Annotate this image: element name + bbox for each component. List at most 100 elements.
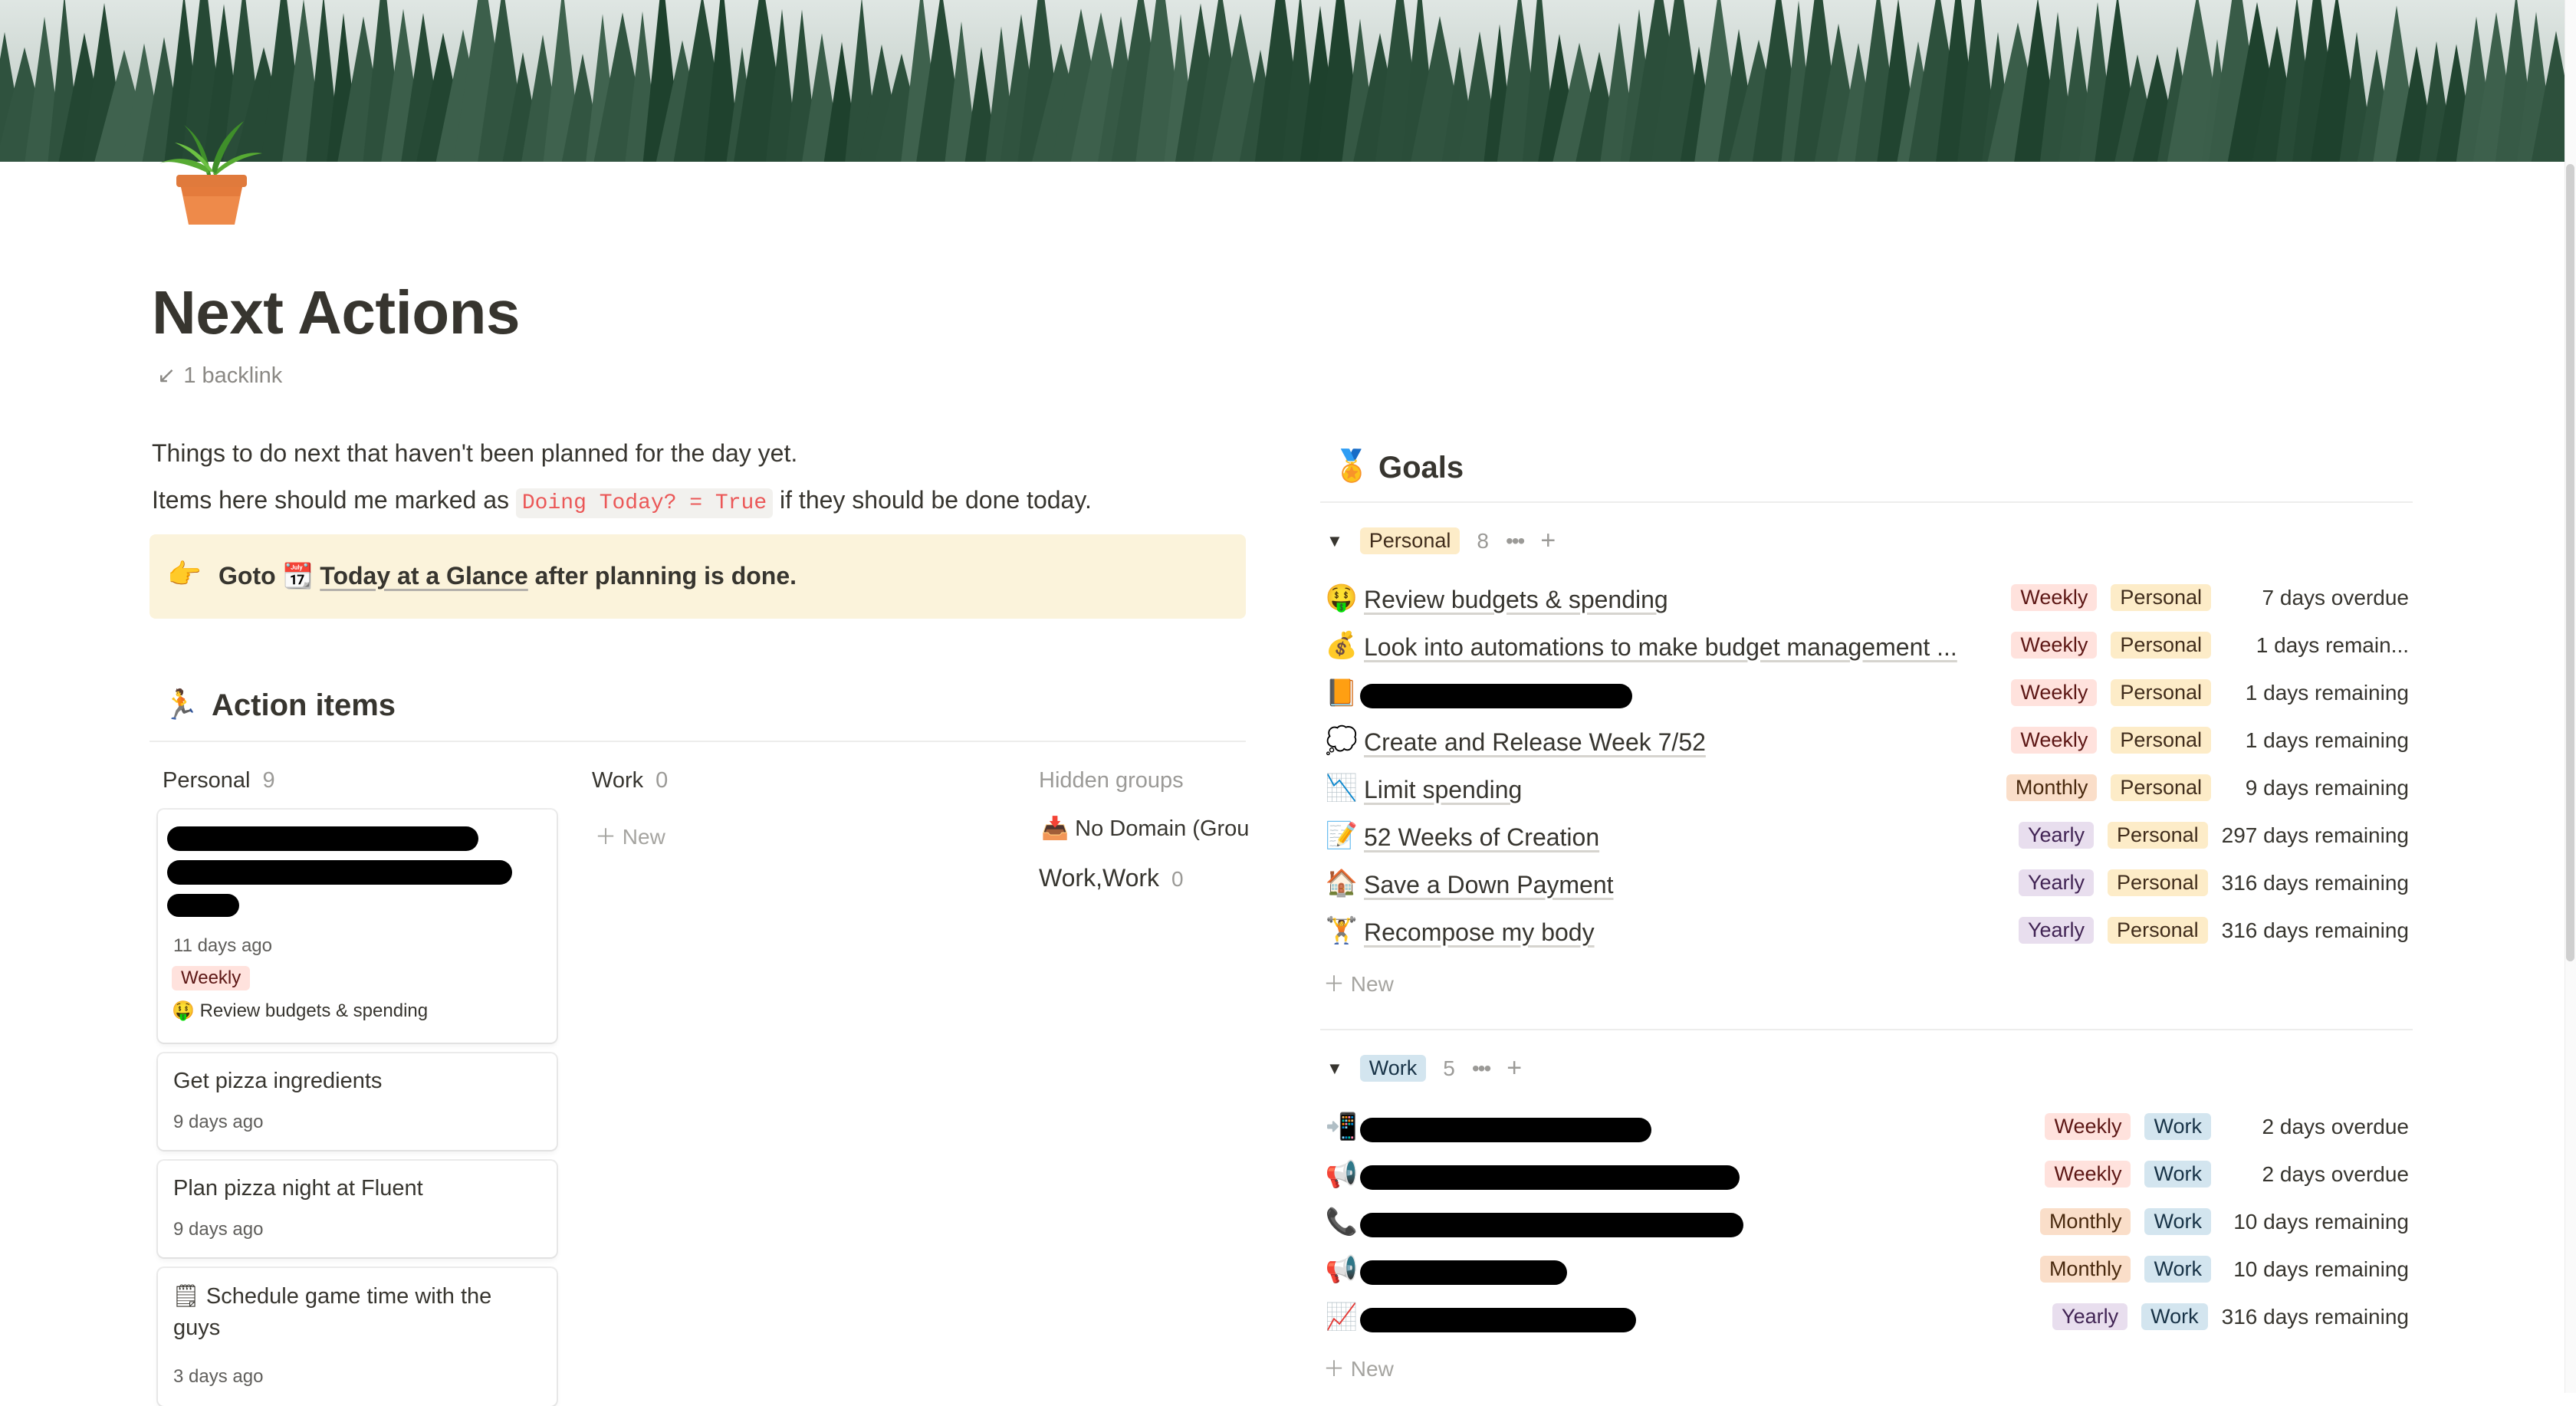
new-row-button[interactable]: ＋ New	[1323, 1352, 1394, 1383]
due-status: 10 days remaining	[2233, 1209, 2409, 1234]
add-row-plus-icon[interactable]: +	[1506, 1053, 1522, 1083]
goal-row[interactable]: 🏠 Save a Down Payment Yearly Personal 316 da…	[1320, 863, 2409, 908]
collapse-toggle-icon[interactable]: ▼	[1326, 531, 1343, 551]
goal-row[interactable]: 💰 Look into automations to make budget ma…	[1320, 626, 2409, 670]
group-header-work[interactable]: ▼ Work 5 ••• +	[1320, 1053, 1522, 1083]
group-label: Work	[1359, 1055, 1427, 1082]
card-date: 9 days ago	[173, 1112, 264, 1132]
redacted-text	[167, 826, 478, 851]
backlink-link[interactable]: ↙ 1 backlink	[157, 362, 282, 389]
new-label: New	[1350, 1357, 1394, 1381]
group-label: Personal	[1359, 527, 1460, 554]
telephone-icon: 📞	[1325, 1207, 1359, 1237]
card-frequency-tag: Weekly	[172, 966, 251, 990]
add-row-plus-icon[interactable]: +	[1540, 526, 1556, 556]
goal-row[interactable]: 📙 Weekly Personal 1 days remaining	[1320, 673, 2409, 718]
backlink-label: 1 backlink	[183, 363, 283, 388]
column-label: Personal	[163, 768, 251, 793]
plant-icon[interactable]	[153, 106, 268, 228]
description-line-2: Items here should me marked as Doing Tod…	[152, 486, 1092, 518]
due-status: 316 days remaining	[2221, 870, 2409, 895]
goal-row[interactable]: 📲 Weekly Work 2 days overdue	[1320, 1107, 2409, 1151]
column-label: Work	[592, 768, 644, 793]
goal-name-link[interactable]: Review budgets & spending	[1364, 586, 1668, 614]
board-card[interactable]: Plan pizza night at Fluent 9 days ago	[158, 1161, 557, 1257]
goal-name-link[interactable]: 52 Weeks of Creation	[1364, 823, 1599, 852]
more-options-icon[interactable]: •••	[1472, 1056, 1491, 1081]
due-status: 1 days remain...	[2256, 632, 2409, 657]
inline-code: Doing Today? = True	[515, 488, 774, 518]
inbox-icon: 📥	[1041, 816, 1070, 841]
domain-tag: Personal	[2111, 584, 2211, 611]
frequency-tag: Monthly	[2039, 1256, 2131, 1283]
goal-name-link[interactable]: Look into automations to make budget man…	[1364, 633, 1957, 662]
description-line-1: Things to do next that haven't been plan…	[152, 439, 798, 467]
domain-tag: Personal	[2108, 917, 2208, 944]
money-mouth-face-icon: 🤑	[1325, 583, 1359, 613]
hidden-group-label: Work,Work	[1039, 864, 1160, 892]
page-cover-image	[0, 0, 2564, 162]
new-card-button[interactable]: ＋ New	[595, 820, 665, 851]
board-card[interactable]: 🗒 Schedule game time with the guys 3 day…	[158, 1268, 557, 1406]
goal-row[interactable]: 📉 Limit spending Monthly Personal 9 days rem…	[1320, 768, 2409, 813]
goal-row[interactable]: 📢 Weekly Work 2 days overdue	[1320, 1155, 2409, 1199]
card-title: Plan pizza night at Fluent	[173, 1176, 423, 1201]
hidden-group-label: No Domain (Grou	[1075, 816, 1248, 841]
description-text: Items here should me marked as	[152, 486, 509, 514]
card-date: 3 days ago	[173, 1366, 264, 1387]
card-title: Get pizza ingredients	[173, 1069, 383, 1093]
new-label: New	[1350, 972, 1394, 996]
hidden-group-no-domain[interactable]: 📥 No Domain (Grou	[1041, 816, 1248, 842]
new-label: New	[622, 825, 665, 849]
more-options-icon[interactable]: •••	[1506, 529, 1525, 554]
goal-row[interactable]: 🤑 Review budgets & spending Weekly Personal…	[1320, 578, 2409, 623]
hidden-group-work-work[interactable]: Work,Work 0	[1039, 864, 1184, 892]
goal-row[interactable]: 🏋 Recompose my body Yearly Personal 316 days…	[1320, 911, 2409, 955]
goal-name-link[interactable]: Limit spending	[1364, 776, 1522, 804]
group-count: 8	[1477, 528, 1489, 553]
today-at-a-glance-link[interactable]: Today at a Glance	[320, 562, 528, 590]
board-column-personal[interactable]: Personal 9	[163, 768, 275, 793]
board-card[interactable]: Get pizza ingredients 9 days ago	[158, 1053, 557, 1150]
medal-icon: 🏅	[1332, 449, 1371, 483]
frequency-tag: Weekly	[2011, 632, 2098, 659]
group-header-personal[interactable]: ▼ Personal 8 ••• +	[1320, 526, 1556, 556]
hidden-groups-label: Hidden groups	[1039, 768, 1184, 793]
scrollbar-thumb[interactable]	[2566, 164, 2574, 961]
goal-name-link[interactable]: Save a Down Payment	[1364, 871, 1614, 899]
redacted-text	[1360, 684, 1632, 708]
goal-row[interactable]: 📞 Monthly Work 10 days remaining	[1320, 1202, 2409, 1247]
goal-row[interactable]: 💭 Create and Release Week 7/52 Weekly Perso…	[1320, 721, 2409, 765]
new-row-button[interactable]: ＋ New	[1323, 967, 1394, 998]
due-status: 9 days remaining	[2245, 775, 2409, 800]
domain-tag: Work	[2144, 1256, 2211, 1283]
redacted-text	[1360, 1260, 1567, 1285]
group-count: 5	[1443, 1056, 1455, 1080]
card-relation[interactable]: 🤑 Review budgets & spending	[172, 1000, 428, 1022]
card-title-line: Schedule game time with the	[205, 1284, 492, 1309]
money-bag-icon: 💰	[1325, 631, 1359, 660]
house-icon: 🏠	[1325, 869, 1359, 898]
callout-text: Goto 📆 Today at a Glance after planning …	[219, 561, 797, 590]
board-column-work[interactable]: Work 0	[592, 768, 668, 793]
column-count: 0	[656, 768, 669, 793]
goal-row[interactable]: 📝 52 Weeks of Creation Yearly Personal 297 d…	[1320, 816, 2409, 860]
redacted-text	[1360, 1308, 1636, 1332]
board-card[interactable]: 11 days ago Weekly 🤑 Review budgets & sp…	[158, 810, 557, 1043]
document-icon: 🗒	[172, 1284, 200, 1309]
frequency-tag: Weekly	[2045, 1161, 2131, 1188]
frequency-tag: Yearly	[2018, 869, 2095, 896]
goal-name-link[interactable]: Create and Release Week 7/52	[1364, 728, 1706, 757]
collapse-toggle-icon[interactable]: ▼	[1326, 1059, 1343, 1079]
goal-row[interactable]: 📢 Monthly Work 10 days remaining	[1320, 1250, 2409, 1294]
calendar-icon: 📆	[282, 562, 314, 590]
megaphone-icon: 📢	[1325, 1160, 1359, 1189]
domain-tag: Personal	[2111, 679, 2211, 706]
domain-tag: Personal	[2108, 869, 2208, 896]
memo-icon: 📝	[1325, 821, 1359, 850]
frequency-tag: Yearly	[2018, 917, 2095, 944]
chart-increasing-icon: 📈	[1325, 1303, 1359, 1332]
due-status: 2 days overdue	[2262, 1114, 2409, 1138]
goal-row[interactable]: 📈 Yearly Work 316 days remaining	[1320, 1297, 2409, 1342]
goal-name-link[interactable]: Recompose my body	[1364, 918, 1595, 947]
